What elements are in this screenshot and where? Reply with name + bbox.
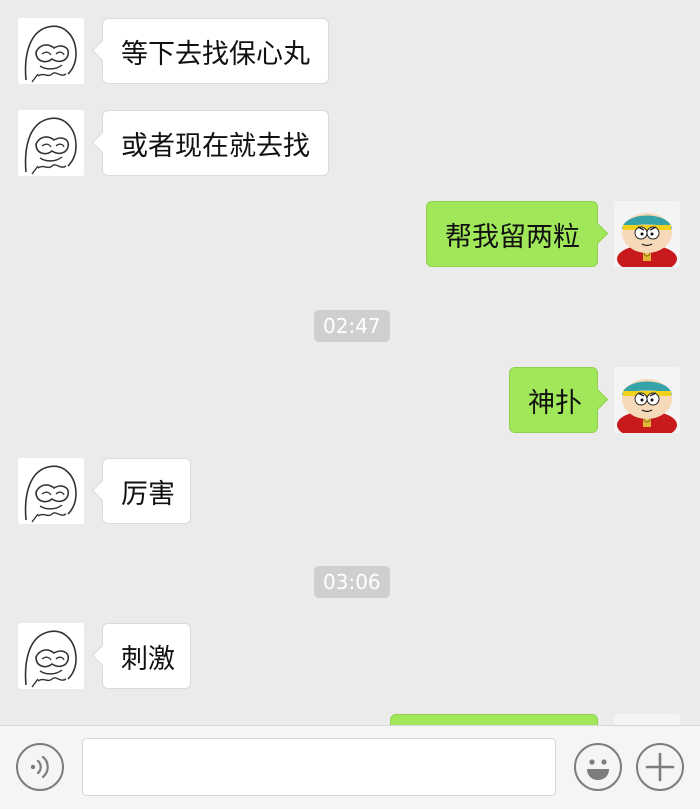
self-avatar[interactable] bbox=[614, 201, 680, 267]
message-text: 厉害 bbox=[121, 478, 175, 510]
sketch-face-avatar-icon bbox=[18, 18, 84, 84]
message-text: 帮我留两粒 bbox=[445, 221, 580, 253]
message-bubble-incoming[interactable]: 等下去找保心丸 bbox=[102, 18, 329, 84]
more-button[interactable] bbox=[636, 743, 684, 791]
message-bubble-outgoing[interactable]: 帮我留两粒 bbox=[426, 201, 598, 267]
message-text: 神扑 bbox=[528, 387, 582, 419]
contact-avatar[interactable] bbox=[18, 110, 84, 176]
message-bubble-outgoing[interactable]: 神扑 bbox=[509, 367, 598, 433]
cartman-avatar-icon bbox=[614, 367, 680, 433]
voice-icon bbox=[30, 755, 49, 779]
sketch-face-avatar-icon bbox=[18, 458, 84, 524]
message-bubble-outgoing[interactable] bbox=[390, 714, 598, 725]
sketch-face-avatar-icon bbox=[18, 623, 84, 689]
input-bar bbox=[0, 725, 700, 809]
chat-area[interactable]: 等下去找保心丸 或者现在就去找 帮我留两粒 02:47 神扑 厉害 03:06 … bbox=[0, 0, 700, 725]
contact-avatar[interactable] bbox=[18, 458, 84, 524]
cartman-avatar-icon bbox=[614, 201, 680, 267]
message-text: 刺激 bbox=[121, 643, 175, 675]
contact-avatar[interactable] bbox=[18, 623, 84, 689]
timestamp: 02:47 bbox=[314, 310, 390, 342]
cartman-avatar-icon bbox=[614, 714, 680, 725]
message-bubble-incoming[interactable]: 或者现在就去找 bbox=[102, 110, 329, 176]
emoji-icon bbox=[587, 759, 609, 780]
contact-avatar[interactable] bbox=[18, 18, 84, 84]
sketch-face-avatar-icon bbox=[18, 110, 84, 176]
message-bubble-incoming[interactable]: 厉害 bbox=[102, 458, 191, 524]
self-avatar[interactable] bbox=[614, 714, 680, 725]
message-bubble-incoming[interactable]: 刺激 bbox=[102, 623, 191, 689]
voice-button[interactable] bbox=[16, 743, 64, 791]
plus-icon bbox=[645, 752, 675, 782]
message-input[interactable] bbox=[82, 738, 556, 796]
message-text: 或者现在就去找 bbox=[121, 130, 310, 162]
self-avatar[interactable] bbox=[614, 367, 680, 433]
timestamp: 03:06 bbox=[314, 566, 390, 598]
emoji-button[interactable] bbox=[574, 743, 622, 791]
message-text: 等下去找保心丸 bbox=[121, 38, 310, 70]
